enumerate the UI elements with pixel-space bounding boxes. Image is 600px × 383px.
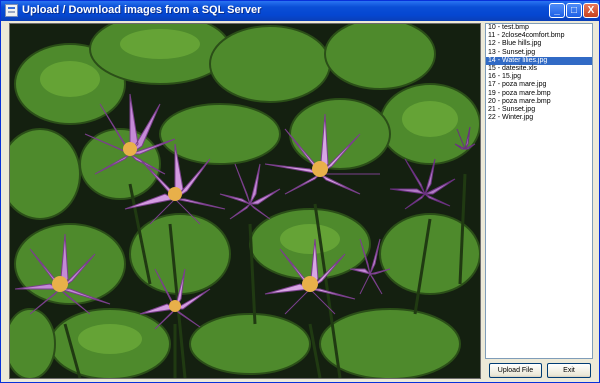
- maximize-button[interactable]: □: [566, 3, 582, 18]
- list-item[interactable]: 13 - Sunset.jpg: [486, 49, 592, 57]
- upload-file-button[interactable]: Upload File: [489, 363, 542, 378]
- image-preview: [9, 23, 481, 379]
- list-item[interactable]: 12 - Blue hills.jpg: [486, 40, 592, 48]
- main-window: Upload / Download images from a SQL Serv…: [0, 0, 600, 383]
- water-lilies-image: [10, 24, 480, 378]
- title-bar[interactable]: Upload / Download images from a SQL Serv…: [1, 1, 599, 21]
- list-item[interactable]: 22 - Winter.jpg: [486, 114, 592, 122]
- window-title: Upload / Download images from a SQL Serv…: [22, 4, 262, 16]
- client-area: 10 - test.bmp 11 - 2close4comfort.bmp 12 -…: [4, 21, 596, 381]
- images-listbox[interactable]: 10 - test.bmp 11 - 2close4comfort.bmp 12 -…: [485, 23, 593, 359]
- app-icon: [5, 4, 18, 17]
- list-item[interactable]: 16 - 15.jpg: [486, 73, 592, 81]
- minimize-button[interactable]: _: [549, 3, 565, 18]
- close-button[interactable]: X: [583, 3, 599, 18]
- exit-button[interactable]: Exit: [547, 363, 591, 378]
- list-item[interactable]: 14 - Water lilies.jpg: [486, 56, 592, 66]
- list-item[interactable]: 19 - poza mare.bmp: [486, 90, 592, 98]
- list-item[interactable]: 11 - 2close4comfort.bmp: [486, 32, 592, 40]
- list-item[interactable]: 20 - poza mare.bmp: [486, 98, 592, 106]
- list-item[interactable]: 17 - poza mare.jpg: [486, 81, 592, 89]
- list-item[interactable]: 10 - test.bmp: [486, 24, 592, 32]
- list-item[interactable]: 21 - Sunset.jpg: [486, 106, 592, 114]
- list-item[interactable]: 15 - datesite.xls: [486, 65, 592, 73]
